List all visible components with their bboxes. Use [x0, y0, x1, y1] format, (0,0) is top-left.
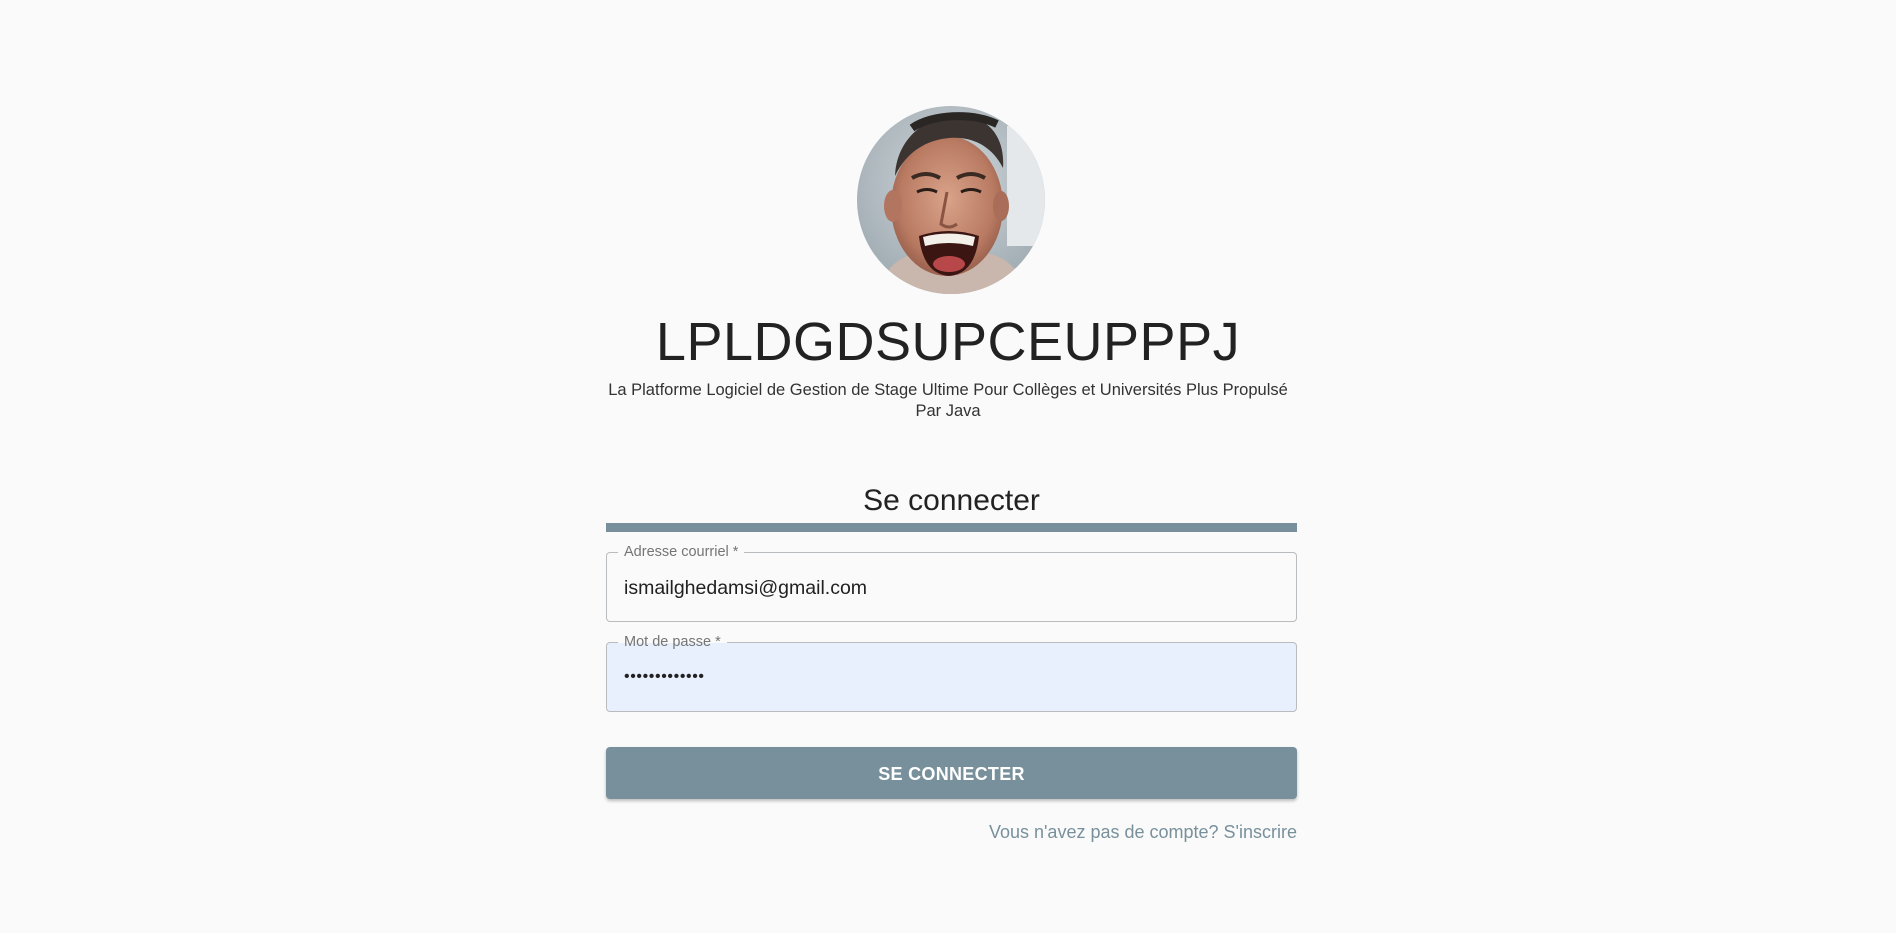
login-form: Se connecter Adresse courriel * Mot de p… — [606, 482, 1297, 843]
password-input[interactable]: ••••••••••••• — [624, 665, 1274, 689]
password-field[interactable]: Mot de passe * ••••••••••••• — [606, 633, 1297, 712]
form-title-underline — [606, 523, 1297, 532]
email-input[interactable] — [624, 576, 1274, 600]
login-page: LPLDGDSUPCEUPPPJ La Platforme Logiciel d… — [0, 0, 1896, 933]
email-field[interactable]: Adresse courriel * — [606, 543, 1297, 622]
login-button[interactable]: SE CONNECTER — [606, 747, 1297, 799]
user-photo-icon — [857, 106, 1045, 294]
app-title: LPLDGDSUPCEUPPPJ — [655, 312, 1241, 372]
email-label: Adresse courriel * — [618, 543, 745, 561]
password-label: Mot de passe * — [618, 633, 727, 651]
signup-link[interactable]: Vous n'avez pas de compte? S'inscrire — [606, 821, 1297, 843]
avatar — [857, 106, 1045, 294]
form-title: Se connecter — [863, 484, 1040, 517]
app-subtitle: La Platforme Logiciel de Gestion de Stag… — [608, 381, 1288, 420]
